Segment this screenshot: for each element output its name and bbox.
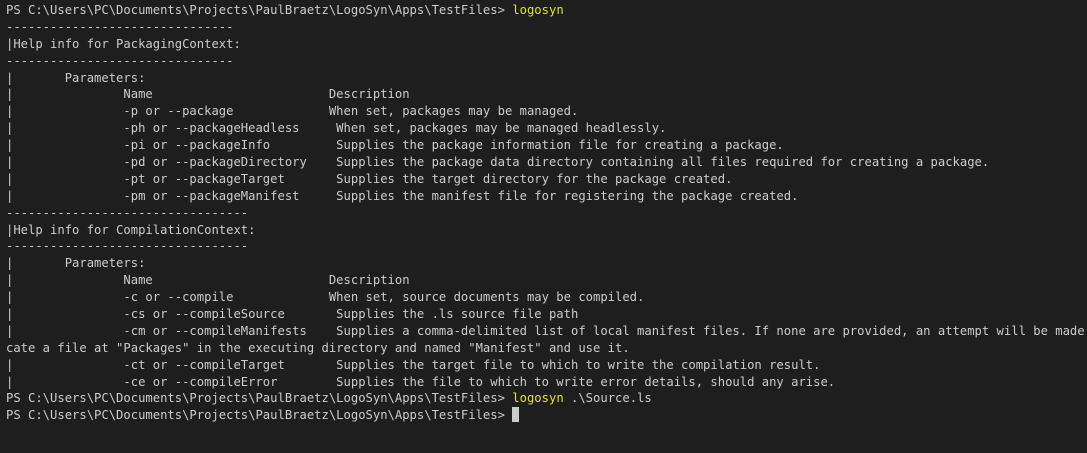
- wrapped-line: cate a file at "Packages" in the executi…: [6, 340, 630, 355]
- column-header: | Name Description: [6, 273, 410, 288]
- prompt-path: PS C:\Users\PC\Documents\Projects\PaulBr…: [6, 408, 513, 423]
- separator-line: ---------------------------------: [6, 239, 249, 254]
- prompt-line-2: PS C:\Users\PC\Documents\Projects\PaulBr…: [6, 390, 1087, 407]
- section-heading: |Help info for PackagingContext:: [6, 36, 241, 51]
- parameter-row: | -c or --compile When set, source docum…: [6, 290, 645, 305]
- separator-line: ---------------------------------: [6, 205, 249, 220]
- parameter-row: | -ph or --packageHeadless When set, pac…: [6, 121, 667, 136]
- parameters-heading: | Parameters:: [6, 256, 146, 271]
- command-text: logosyn: [512, 391, 564, 406]
- prompt-path: PS C:\Users\PC\Documents\Projects\PaulBr…: [6, 391, 513, 406]
- prompt-line-3[interactable]: PS C:\Users\PC\Documents\Projects\PaulBr…: [6, 407, 1087, 424]
- parameter-row: | -pm or --packageManifest Supplies the …: [6, 188, 799, 203]
- separator-line: -------------------------------: [6, 53, 234, 68]
- cursor: [512, 407, 520, 423]
- parameter-row: | -pt or --packageTarget Supplies the ta…: [6, 171, 733, 186]
- prompt-path: PS C:\Users\PC\Documents\Projects\PaulBr…: [6, 3, 513, 17]
- terminal-window[interactable]: PS C:\Users\PC\Documents\Projects\PaulBr…: [0, 0, 1087, 453]
- parameter-row: | -p or --package When set, packages may…: [6, 104, 579, 119]
- parameter-row: | -ce or --compileError Supplies the fil…: [6, 374, 836, 389]
- parameter-row: | -ct or --compileTarget Supplies the ta…: [6, 357, 821, 372]
- parameter-row: | -pi or --packageInfo Supplies the pack…: [6, 138, 784, 153]
- command-text: logosyn: [512, 3, 564, 17]
- parameter-row: | -cm or --compileManifests Supplies a c…: [6, 323, 1087, 338]
- column-header: | Name Description: [6, 87, 410, 102]
- command-args: .\Source.ls: [563, 391, 652, 406]
- section-heading: |Help info for CompilationContext:: [6, 222, 256, 237]
- parameters-heading: | Parameters:: [6, 70, 146, 85]
- separator-line: -------------------------------: [6, 19, 234, 34]
- parameter-row: | -pd or --packageDirectory Supplies the…: [6, 155, 990, 170]
- parameter-row: | -cs or --compileSource Supplies the .l…: [6, 307, 579, 322]
- prompt-line-1: PS C:\Users\PC\Documents\Projects\PaulBr…: [6, 2, 1087, 19]
